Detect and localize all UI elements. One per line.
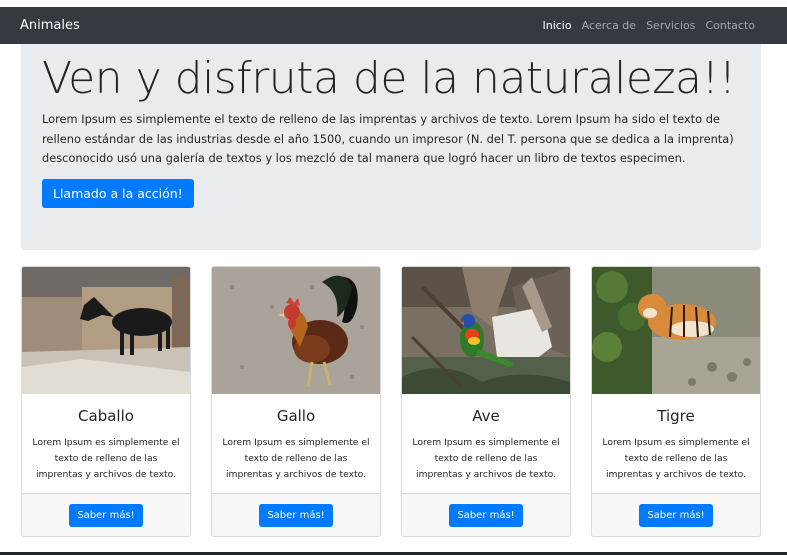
navbar: Animales Inicio Acerca de Servicios Cont… bbox=[0, 7, 787, 44]
saber-mas-button[interactable]: Saber más! bbox=[259, 503, 333, 527]
cta-button[interactable]: Llamado a la acción! bbox=[42, 178, 194, 208]
card-footer: Saber más! bbox=[592, 493, 760, 536]
horse-photo bbox=[22, 267, 190, 394]
card-caballo: Caballo Lorem Ipsum es simplemente el te… bbox=[21, 266, 191, 537]
hero-title: Ven y disfruta de la naturaleza!! bbox=[42, 53, 736, 104]
rooster-photo bbox=[212, 267, 380, 394]
nav-link-servicios[interactable]: Servicios bbox=[646, 19, 695, 32]
tiger-photo bbox=[592, 267, 760, 394]
card-text: Lorem Ipsum es simplemente el texto de r… bbox=[602, 437, 750, 480]
card-title: Caballo bbox=[78, 407, 134, 425]
saber-mas-button[interactable]: Saber más! bbox=[639, 503, 713, 527]
saber-mas-button[interactable]: Saber más! bbox=[69, 503, 143, 527]
card-footer: Saber más! bbox=[22, 493, 190, 536]
animal-cards: Caballo Lorem Ipsum es simplemente el te… bbox=[21, 266, 761, 537]
nav-links: Inicio Acerca de Servicios Contacto bbox=[542, 19, 767, 32]
card-gallo: Gallo Lorem Ipsum es simplemente el text… bbox=[211, 266, 381, 537]
hero-text: Lorem Ipsum es simplemente el texto de r… bbox=[42, 112, 734, 165]
card-footer: Saber más! bbox=[212, 493, 380, 536]
card-text: Lorem Ipsum es simplemente el texto de r… bbox=[412, 437, 560, 480]
card-ave: Ave Lorem Ipsum es simplemente el texto … bbox=[401, 266, 571, 537]
card-text: Lorem Ipsum es simplemente el texto de r… bbox=[32, 437, 180, 480]
navbar-brand[interactable]: Animales bbox=[20, 18, 80, 33]
hero-jumbotron: Ven y disfruta de la naturaleza!! Lorem … bbox=[21, 44, 761, 250]
card-title: Tigre bbox=[657, 407, 695, 425]
card-title: Ave bbox=[472, 407, 500, 425]
parrot-photo bbox=[402, 267, 570, 394]
card-title: Gallo bbox=[276, 407, 316, 425]
card-text: Lorem Ipsum es simplemente el texto de r… bbox=[222, 437, 370, 480]
card-tigre: Tigre Lorem Ipsum es simplemente el text… bbox=[591, 266, 761, 537]
card-footer: Saber más! bbox=[402, 493, 570, 536]
nav-link-acerca-de[interactable]: Acerca de bbox=[582, 19, 636, 32]
top-border bbox=[0, 0, 787, 7]
saber-mas-button[interactable]: Saber más! bbox=[449, 503, 523, 527]
nav-link-contacto[interactable]: Contacto bbox=[705, 19, 755, 32]
nav-link-inicio[interactable]: Inicio bbox=[542, 19, 571, 32]
